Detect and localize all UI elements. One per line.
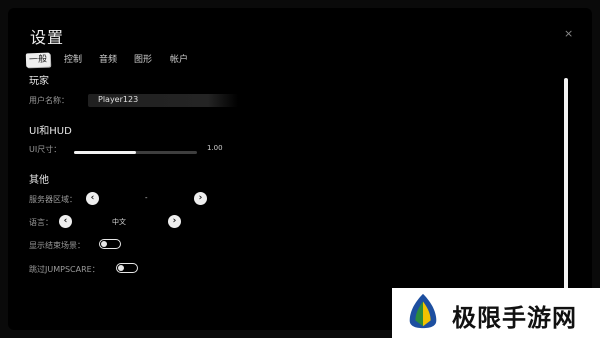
language-prev-button[interactable]: ‹	[59, 215, 72, 228]
username-value: Player123	[98, 95, 139, 104]
ui-size-label: UI尺寸：	[29, 145, 62, 154]
close-icon[interactable]: ×	[564, 28, 573, 39]
tab-audio[interactable]: 音频	[99, 53, 117, 67]
section-ui-hud-heading: UI和HUD	[29, 126, 72, 137]
ui-size-slider[interactable]	[74, 151, 197, 154]
watermark: 极限手游网	[392, 288, 600, 338]
section-other-heading: 其他	[29, 175, 49, 186]
watermark-logo-icon	[409, 293, 437, 329]
page-title: 设置	[30, 28, 65, 47]
toggle-knob	[101, 241, 107, 247]
tab-general[interactable]: 一般	[25, 52, 51, 68]
show-end-scene-label: 显示结束场景：	[29, 241, 85, 250]
skip-jumpscare-label: 跳过JUMPSCARE：	[29, 265, 100, 274]
server-region-next-button[interactable]: ›	[194, 192, 207, 205]
ui-size-value: 1.00	[207, 144, 223, 152]
watermark-text: 极限手游网	[452, 304, 577, 332]
section-player-heading: 玩家	[29, 76, 49, 87]
tab-account[interactable]: 帐户	[170, 53, 188, 67]
server-region-label: 服务器区域：	[29, 195, 77, 204]
tab-controls[interactable]: 控制	[64, 53, 82, 67]
language-value: 中文	[112, 218, 126, 226]
tab-graphics[interactable]: 图形	[134, 53, 152, 67]
language-next-button[interactable]: ›	[168, 215, 181, 228]
server-region-value: -	[145, 194, 148, 202]
ui-size-slider-fill	[74, 151, 136, 154]
toggle-knob	[118, 265, 124, 271]
settings-window: 设置 × 一般 控制 音频 图形 帐户 玩家 用户名称： Player123 U…	[8, 8, 592, 330]
username-label: 用户名称：	[29, 96, 69, 105]
scrollbar[interactable]	[564, 78, 568, 298]
language-label: 语言：	[29, 218, 53, 227]
show-end-scene-toggle[interactable]	[99, 239, 121, 249]
server-region-prev-button[interactable]: ‹	[86, 192, 99, 205]
username-field[interactable]: Player123	[88, 94, 238, 107]
skip-jumpscare-toggle[interactable]	[116, 263, 138, 273]
